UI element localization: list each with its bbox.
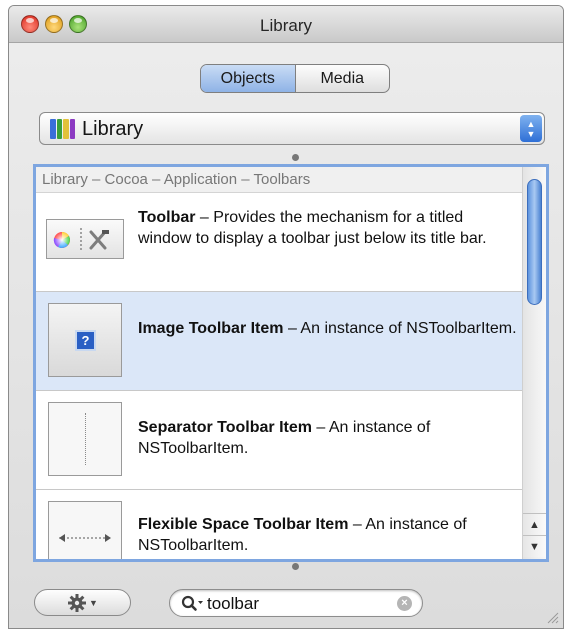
search-icon [181,595,203,611]
flexible-space-toolbar-item-icon [48,501,122,559]
popup-label: Library [82,118,144,140]
item-description: Image Toolbar Item – An instance of NSTo… [138,318,520,339]
item-title: Toolbar [138,209,196,226]
list-item-separator-toolbar-item[interactable]: Separator Toolbar Item – An instance of … [36,391,526,490]
book-spine [63,119,69,139]
media-tab[interactable]: Media [296,65,390,92]
library-books-icon [50,119,76,139]
search-field[interactable]: toolbar × [169,589,423,617]
popup-arrows-icon: ▲ ▼ [520,115,542,142]
gear-icon [68,593,87,612]
top-splitter-handle[interactable] [292,154,299,161]
scroll-thumb[interactable] [527,179,542,305]
item-description: Separator Toolbar Item – An instance of … [138,417,520,459]
scroll-up-button[interactable]: ▲ [523,513,546,535]
book-spine [69,119,75,139]
library-list[interactable]: Library – Cocoa – Application – Toolbars [33,164,549,562]
title-bar[interactable]: Library [9,6,563,43]
book-spine [50,119,56,139]
chevron-down-icon: ▼ [89,597,98,608]
item-title: Flexible Space Toolbar Item [138,516,349,533]
list-item-toolbar[interactable]: Toolbar – Provides the mechanism for a t… [36,193,526,292]
separator-toolbar-item-icon [48,402,122,476]
item-summary: – An instance of NSToolbarItem. [283,320,517,337]
window-title: Library [260,16,312,35]
image-toolbar-item-icon: ? [48,303,122,377]
item-description: Flexible Space Toolbar Item – An instanc… [138,514,520,556]
item-title: Separator Toolbar Item [138,419,312,436]
item-title: Image Toolbar Item [138,320,284,337]
scroll-down-button[interactable]: ▼ [523,535,546,557]
book-spine [56,119,62,139]
breadcrumb: Library – Cocoa – Application – Toolbars [36,167,526,193]
resize-grip-icon[interactable] [547,612,559,624]
vertical-scrollbar[interactable]: ▲ ▼ [522,167,546,559]
action-menu-button[interactable]: ▼ [34,589,131,616]
objects-media-segmented-control[interactable]: Objects Media [200,64,390,93]
list-item-flexible-space-toolbar-item[interactable]: Flexible Space Toolbar Item – An instanc… [36,490,526,559]
help-glyph: ? [75,330,96,351]
library-panel: Objects Media Library ▲ ▼ Library – Cocoa… [9,43,563,628]
toolbar-icon [46,219,124,259]
library-window: Library Objects Media Library ▲ ▼ Library… [8,5,564,629]
library-popup-button[interactable]: Library ▲ ▼ [39,112,545,145]
objects-tab[interactable]: Objects [201,65,296,92]
separator-line [85,413,86,465]
search-input[interactable]: toolbar [207,594,259,614]
list-item-image-toolbar-item[interactable]: ? Image Toolbar Item – An instance of NS… [36,292,526,391]
clear-search-icon[interactable]: × [397,596,412,611]
item-description: Toolbar – Provides the mechanism for a t… [138,207,520,249]
bottom-splitter-handle[interactable] [292,563,299,570]
item-list: Toolbar – Provides the mechanism for a t… [36,193,526,559]
